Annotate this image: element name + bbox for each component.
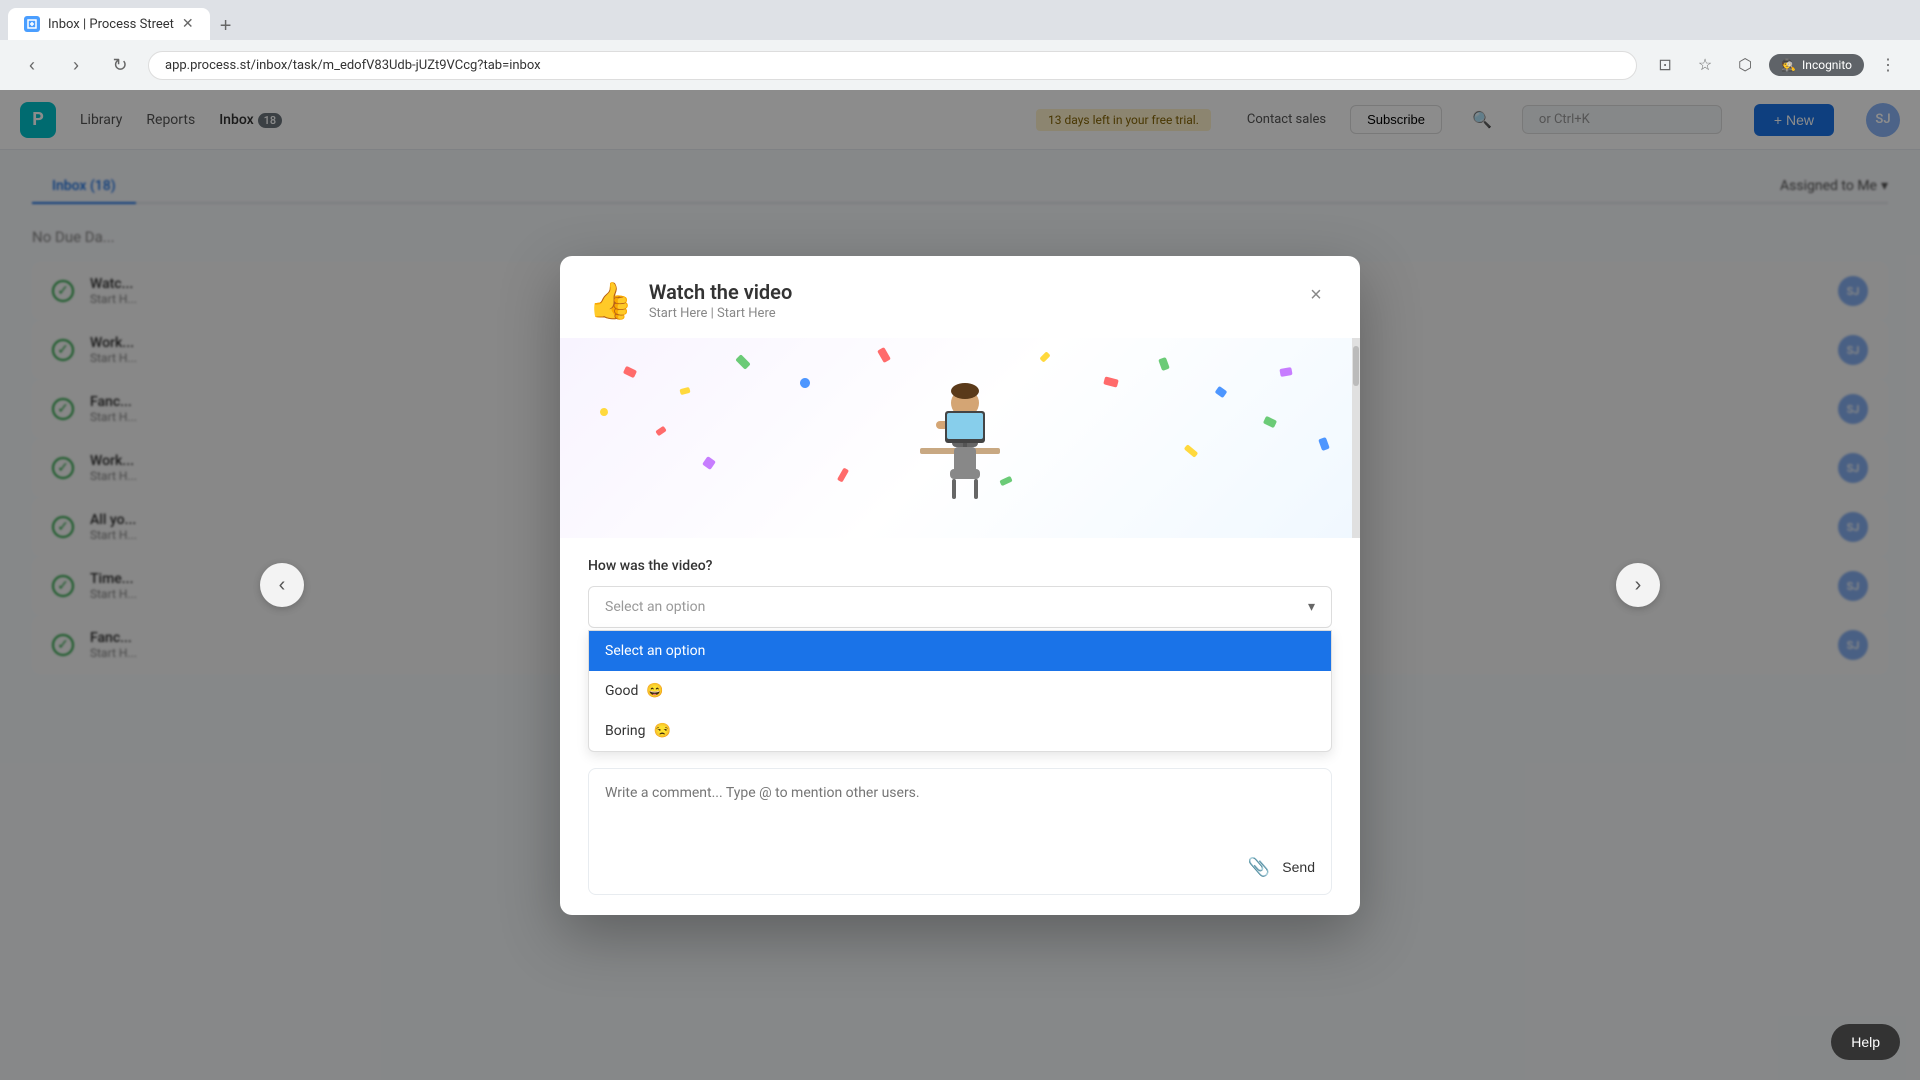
tab-favicon — [24, 16, 40, 32]
boring-emoji: 😒 — [653, 723, 670, 739]
bookmark-icon[interactable]: ☆ — [1689, 49, 1721, 81]
extensions-icon[interactable]: ⬡ — [1729, 49, 1761, 81]
incognito-icon: 🕵 — [1781, 58, 1796, 72]
dropdown-item-label: Boring — [605, 723, 645, 739]
comment-area: 📎 Send — [588, 768, 1332, 895]
url-text: app.process.st/inbox/task/m_edofV83Udb-j… — [165, 58, 541, 73]
menu-button[interactable]: ⋮ — [1872, 49, 1904, 81]
tab-close-button[interactable]: ✕ — [182, 16, 194, 32]
video-question-label: How was the video? — [588, 558, 1332, 574]
select-placeholder: Select an option — [605, 599, 705, 615]
modal-subtitle: Start Here | Start Here — [649, 306, 1284, 321]
modal-close-button[interactable]: × — [1300, 280, 1332, 312]
modal-scrollbar[interactable] — [1352, 338, 1360, 538]
video-rating-select[interactable]: Select an option ▾ — [588, 586, 1332, 628]
good-emoji: 😄 — [646, 683, 663, 699]
dropdown-item-label: Good — [605, 683, 638, 699]
modal-icon: 👍 — [588, 280, 633, 322]
comment-actions: 📎 Send — [605, 857, 1315, 878]
forward-button[interactable]: › — [60, 49, 92, 81]
cast-icon[interactable]: ⊡ — [1649, 49, 1681, 81]
back-button[interactable]: ‹ — [16, 49, 48, 81]
help-button[interactable]: Help — [1831, 1024, 1900, 1060]
incognito-badge: 🕵 Incognito — [1769, 54, 1864, 76]
dropdown-menu: Select an option Good 😄 Boring 😒 — [588, 630, 1332, 752]
modal-overlay: ‹ › 👍 Watch the video Start Here | Start… — [0, 90, 1920, 1080]
scrollbar-thumb — [1353, 346, 1359, 386]
modal-body: How was the video? Select an option ▾ Se… — [560, 538, 1360, 915]
modal-title-area: Watch the video Start Here | Start Here — [649, 280, 1284, 321]
tab-title: Inbox | Process Street — [48, 17, 174, 32]
video-desk-illustration — [900, 373, 1020, 503]
dropdown-item-boring[interactable]: Boring 😒 — [589, 711, 1331, 751]
modal-title: Watch the video — [649, 280, 1284, 304]
send-button[interactable]: Send — [1282, 859, 1315, 875]
new-tab-button[interactable]: + — [212, 12, 240, 40]
active-tab[interactable]: Inbox | Process Street ✕ — [8, 8, 210, 40]
comment-input[interactable] — [605, 785, 1315, 845]
dropdown-item-select-option[interactable]: Select an option — [589, 631, 1331, 671]
dropdown-item-good[interactable]: Good 😄 — [589, 671, 1331, 711]
video-thumbnail — [560, 338, 1360, 538]
modal-prev-button[interactable]: ‹ — [260, 563, 304, 607]
modal-next-button[interactable]: › — [1616, 563, 1660, 607]
attach-button[interactable]: 📎 — [1248, 857, 1270, 878]
modal-dialog: 👍 Watch the video Start Here | Start Her… — [560, 256, 1360, 915]
incognito-label: Incognito — [1802, 58, 1852, 72]
url-bar[interactable]: app.process.st/inbox/task/m_edofV83Udb-j… — [148, 51, 1637, 80]
dropdown-item-label: Select an option — [605, 643, 705, 659]
refresh-button[interactable]: ↻ — [104, 49, 136, 81]
chevron-down-icon: ▾ — [1308, 599, 1315, 615]
modal-header: 👍 Watch the video Start Here | Start Her… — [560, 256, 1360, 338]
